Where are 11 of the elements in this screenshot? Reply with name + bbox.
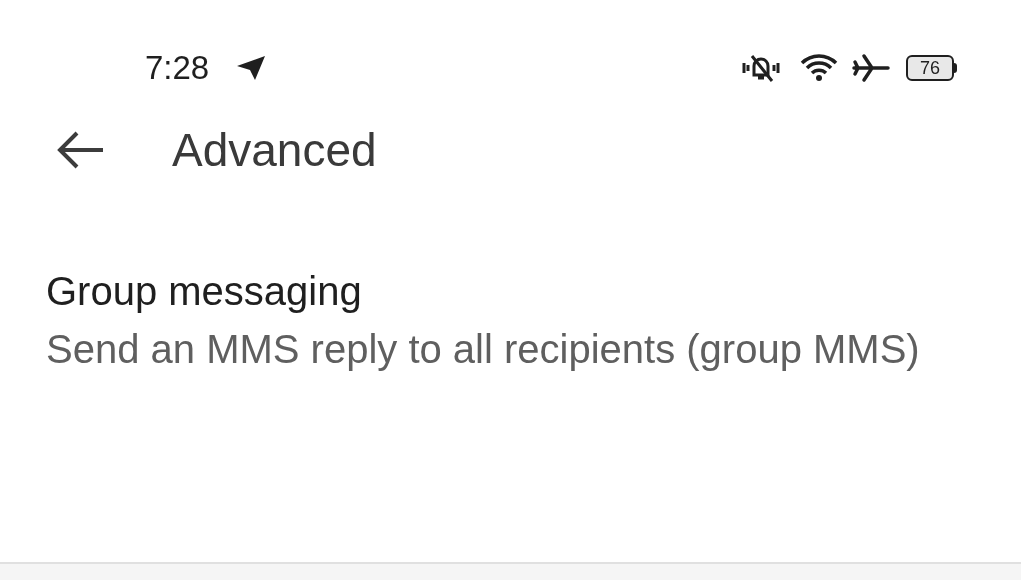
setting-summary: Send an MMS reply to all recipients (group MMS) [46, 326, 921, 373]
setting-title: Group messaging [46, 268, 363, 315]
airplane-icon [852, 53, 890, 83]
back-arrow-icon [55, 130, 105, 170]
paper-plane-icon [235, 54, 268, 82]
silent-bell-icon [740, 53, 782, 83]
wifi-icon [800, 53, 838, 83]
page-title: Advanced [172, 122, 377, 178]
settings-item[interactable]: Group messaging Send an MMS reply to all recipients (group MMS) [0, 259, 1021, 379]
battery-level: 76 [920, 59, 940, 77]
status-time: 7:28 [145, 48, 210, 89]
